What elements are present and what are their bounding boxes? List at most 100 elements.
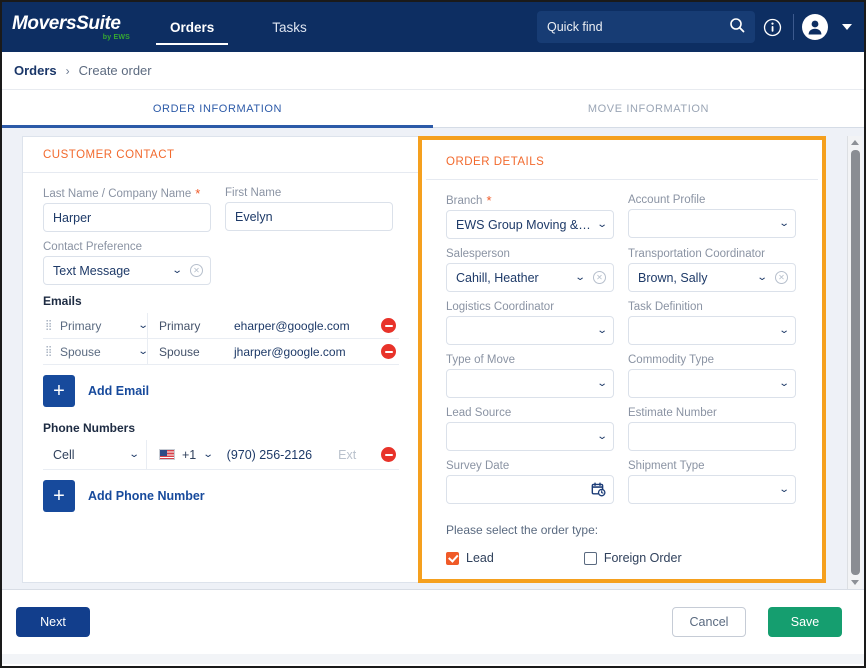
customer-contact-body: Last Name / Company Name * Harper First … (23, 173, 419, 512)
remove-phone-icon[interactable] (381, 447, 396, 462)
chevron-down-icon[interactable]: ⌄ (137, 321, 148, 331)
chevron-down-icon[interactable]: ⌄ (128, 450, 139, 460)
chevron-down-icon[interactable]: ⌄ (137, 347, 148, 357)
chevron-down-icon[interactable]: ⌄ (574, 273, 585, 283)
clear-icon[interactable]: ✕ (593, 271, 606, 284)
first-name-input[interactable]: Evelyn (225, 202, 393, 231)
survey-date-input[interactable] (446, 475, 614, 504)
clear-icon[interactable]: ✕ (775, 271, 788, 284)
commodity-type-label: Commodity Type (628, 354, 796, 366)
plus-icon[interactable]: + (43, 375, 75, 407)
clear-icon[interactable]: ✕ (190, 264, 203, 277)
shipment-type-select[interactable]: ⌄ (628, 475, 796, 504)
save-button[interactable]: Save (768, 607, 842, 637)
cancel-button[interactable]: Cancel (672, 607, 746, 637)
drag-handle-icon[interactable]: ⣿ (45, 348, 53, 356)
account-profile-label-text: Account Profile (628, 194, 705, 206)
nav-tab-tasks[interactable]: Tasks (232, 2, 325, 52)
order-details-panel-wrap: ORDER DETAILS Branch * EWS Grou (418, 136, 826, 583)
chevron-down-icon[interactable]: ⌄ (596, 432, 607, 442)
scroll-up-arrow-icon[interactable] (848, 136, 863, 149)
avatar[interactable] (802, 14, 828, 40)
chevron-down-icon[interactable]: ⌄ (596, 379, 607, 389)
checkbox-foreign-order[interactable]: Foreign Order (584, 551, 682, 565)
required-asterisk-icon: * (486, 194, 491, 207)
phone-type-select[interactable]: Cell ⌄ (43, 440, 147, 469)
scroll-down-arrow-icon[interactable] (848, 576, 863, 589)
chevron-down-icon[interactable]: ⌄ (756, 273, 767, 283)
remove-email-icon[interactable] (381, 318, 396, 333)
quick-find-search[interactable] (537, 11, 755, 43)
scrollbar-thumb[interactable] (851, 150, 860, 575)
checkbox-unchecked-icon[interactable] (584, 552, 597, 565)
account-profile-field-group: Account Profile ⌄ (628, 194, 796, 239)
table-row[interactable]: Cell ⌄ +1 ⌄ (970) 256-2126 Ext (43, 440, 399, 470)
breadcrumb-link-orders[interactable]: Orders (14, 63, 57, 78)
email-type-cell[interactable]: ⣿ Primary ⌄ (43, 313, 148, 338)
tab-order-information[interactable]: ORDER INFORMATION (2, 90, 433, 127)
vertical-scrollbar[interactable] (847, 136, 862, 589)
drag-handle-icon[interactable]: ⣿ (45, 322, 53, 330)
chevron-down-icon[interactable] (842, 24, 852, 30)
contact-preference-select[interactable]: Text Message ⌄ ✕ (43, 256, 211, 285)
salesperson-select[interactable]: Cahill, Heather ⌄ ✕ (446, 263, 614, 292)
logistics-coordinator-select[interactable]: ⌄ (446, 316, 614, 345)
chevron-down-icon[interactable]: ⌄ (778, 326, 789, 336)
user-avatar-icon[interactable] (798, 10, 832, 44)
add-phone-number-label[interactable]: Add Phone Number (88, 489, 205, 503)
branch-label-text: Branch (446, 195, 482, 207)
tab-order-information-label: ORDER INFORMATION (153, 103, 282, 115)
last-name-label-text: Last Name / Company Name (43, 188, 191, 200)
first-name-label-text: First Name (225, 187, 281, 199)
lead-source-select[interactable]: ⌄ (446, 422, 614, 451)
account-profile-select[interactable]: ⌄ (628, 209, 796, 238)
brand-logo[interactable]: MoversSuite by EWS (12, 14, 130, 41)
branch-select[interactable]: EWS Group Moving & Stor... ⌄ (446, 210, 614, 239)
chevron-down-icon[interactable]: ⌄ (203, 450, 214, 460)
add-phone-row[interactable]: + Add Phone Number (43, 480, 399, 512)
next-button[interactable]: Next (16, 607, 90, 637)
add-email-label[interactable]: Add Email (88, 384, 149, 398)
search-input[interactable] (547, 20, 729, 34)
email-address-cell[interactable]: jharper@google.com (234, 345, 381, 359)
task-definition-select[interactable]: ⌄ (628, 316, 796, 345)
estimate-number-input[interactable] (628, 422, 796, 451)
emails-table: ⣿ Primary ⌄ Primary eharper@google.com ⣿… (43, 313, 399, 365)
nav-tab-orders[interactable]: Orders (152, 2, 232, 52)
page-tabs: ORDER INFORMATION MOVE INFORMATION (2, 90, 864, 128)
salesperson-value: Cahill, Heather (456, 271, 572, 285)
plus-icon[interactable]: + (43, 480, 75, 512)
footer-action-bar: Next Cancel Save (2, 590, 864, 654)
checkbox-checked-icon[interactable] (446, 552, 459, 565)
email-type-cell[interactable]: ⣿ Spouse ⌄ (43, 339, 148, 364)
chevron-down-icon[interactable]: ⌄ (596, 220, 607, 230)
chevron-down-icon[interactable]: ⌄ (778, 485, 789, 495)
table-row[interactable]: ⣿ Spouse ⌄ Spouse jharper@google.com (43, 339, 399, 365)
required-asterisk-icon: * (195, 187, 200, 200)
search-icon[interactable] (729, 17, 745, 38)
chevron-down-icon[interactable]: ⌄ (778, 379, 789, 389)
chevron-down-icon[interactable]: ⌄ (171, 266, 182, 276)
phone-number-value[interactable]: (970) 256-2126 (227, 448, 312, 462)
main-nav-tabs: Orders Tasks (152, 2, 325, 52)
transportation-coordinator-select[interactable]: Brown, Sally ⌄ ✕ (628, 263, 796, 292)
email-address-cell[interactable]: eharper@google.com (234, 319, 381, 333)
checkbox-lead[interactable]: Lead (446, 551, 494, 565)
type-of-move-select[interactable]: ⌄ (446, 369, 614, 398)
info-circle-icon[interactable] (755, 10, 789, 44)
phone-ext-input[interactable]: Ext (338, 448, 356, 462)
survey-date-label-text: Survey Date (446, 460, 509, 472)
calendar-icon[interactable] (591, 482, 606, 497)
task-definition-field-group: Task Definition ⌄ (628, 301, 796, 345)
chevron-down-icon[interactable]: ⌄ (596, 326, 607, 336)
commodity-type-select[interactable]: ⌄ (628, 369, 796, 398)
shipment-type-field-group: Shipment Type ⌄ (628, 460, 796, 504)
account-profile-label: Account Profile (628, 194, 796, 206)
chevron-down-icon[interactable]: ⌄ (778, 219, 789, 229)
last-name-input[interactable]: Harper (43, 203, 211, 232)
order-field-row-2: Salesperson Cahill, Heather ⌄ ✕ (446, 248, 798, 301)
tab-move-information[interactable]: MOVE INFORMATION (433, 90, 864, 127)
table-row[interactable]: ⣿ Primary ⌄ Primary eharper@google.com (43, 313, 399, 339)
add-email-row[interactable]: + Add Email (43, 375, 399, 407)
remove-email-icon[interactable] (381, 344, 396, 359)
